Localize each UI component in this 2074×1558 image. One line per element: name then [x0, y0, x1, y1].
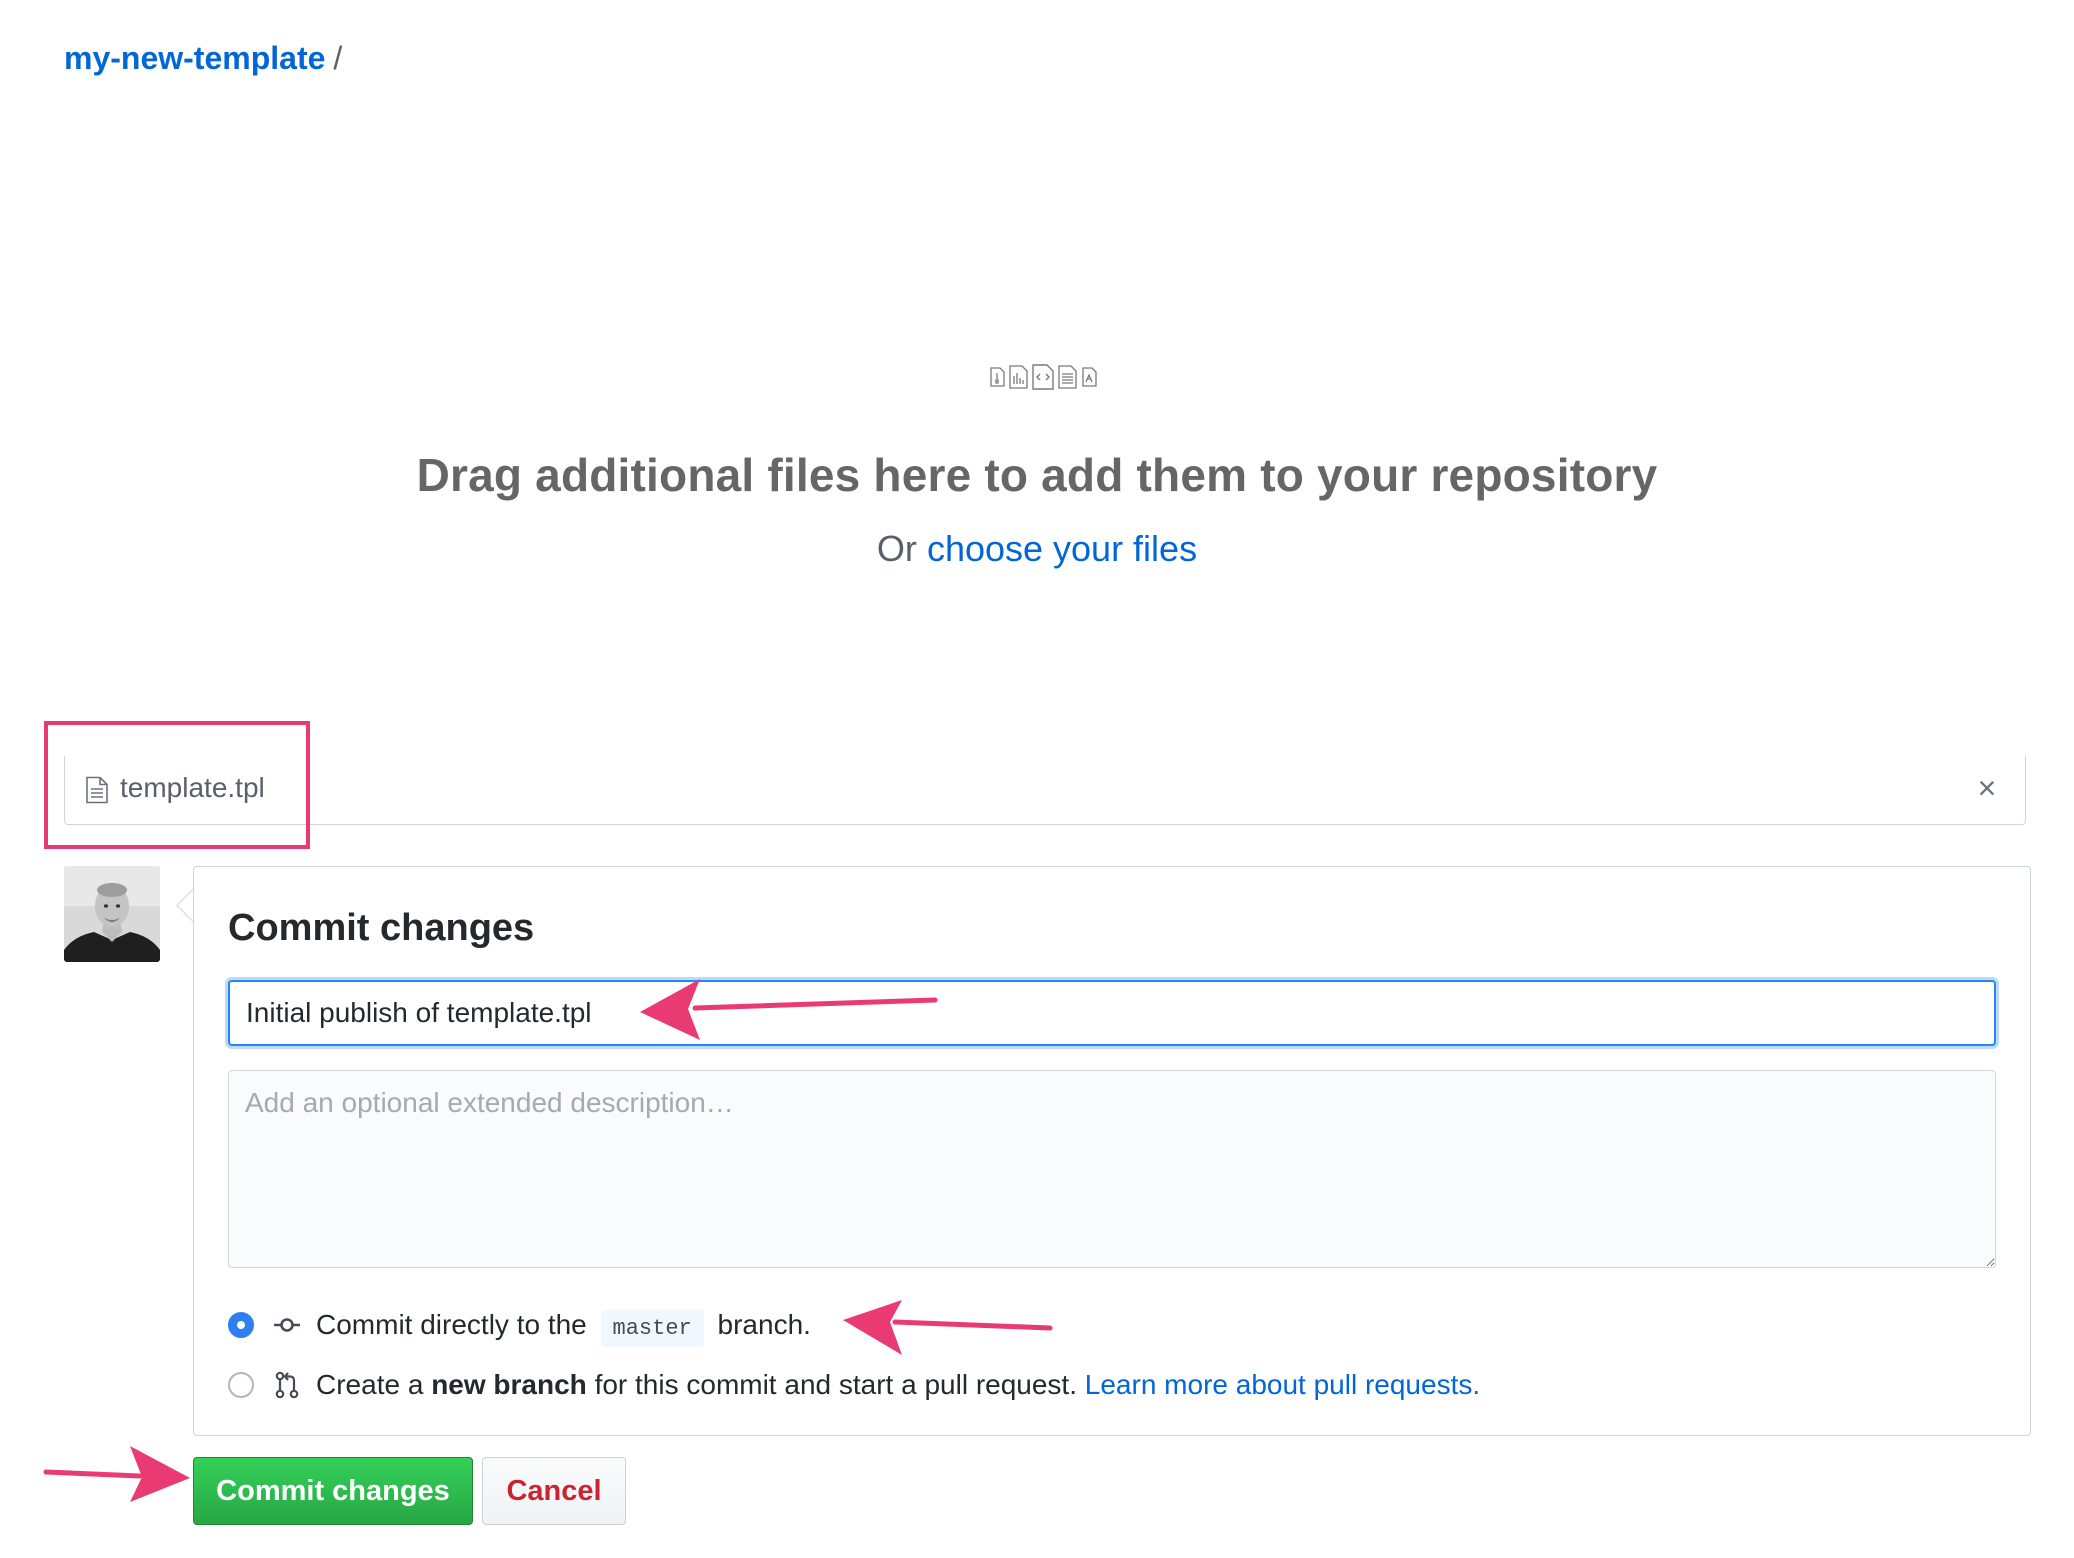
file-text-icon	[1058, 365, 1077, 389]
commit-form: Commit changes Commit directly to the ma…	[193, 866, 2031, 1436]
file-types-icon	[990, 364, 1097, 390]
file-pdf-icon	[1082, 367, 1097, 387]
uploaded-file-row: template.tpl ×	[64, 756, 2026, 825]
branch-name: master	[600, 1310, 704, 1347]
avatar[interactable]	[64, 866, 160, 962]
commit-changes-button[interactable]: Commit changes	[193, 1457, 473, 1525]
annotation-arrow-commit-button	[43, 1446, 190, 1502]
commit-direct-text-before: Commit directly to the	[316, 1309, 587, 1340]
commit-direct-text-after: branch.	[717, 1309, 811, 1340]
commit-heading: Commit changes	[228, 907, 535, 949]
git-pull-request-icon	[275, 1371, 299, 1398]
learn-more-pull-requests-link[interactable]: Learn more about pull requests.	[1085, 1369, 1480, 1400]
repo-link[interactable]: my-new-template	[64, 40, 325, 76]
new-branch-text-prefix: Create a	[316, 1369, 424, 1400]
annotation-highlight-box	[44, 721, 310, 849]
git-commit-icon	[274, 1317, 300, 1332]
dropzone-title: Drag additional files here to add them t…	[416, 449, 1658, 501]
commit-summary-input[interactable]	[228, 980, 1996, 1046]
commit-new-branch-option[interactable]: Create a new branch for this commit and …	[228, 1363, 1480, 1407]
commit-direct-option[interactable]: Commit directly to the master branch.	[228, 1303, 811, 1347]
choose-files-link[interactable]: choose your files	[927, 528, 1197, 569]
cancel-button[interactable]: Cancel	[482, 1457, 626, 1525]
breadcrumb: my-new-template /	[64, 38, 342, 78]
dropzone-subtitle: Or choose your files	[0, 528, 2074, 570]
file-zip-icon	[990, 367, 1005, 387]
new-branch-text-suffix: for this commit and start a pull request…	[594, 1369, 1077, 1400]
new-branch-text-bold: new branch	[431, 1369, 587, 1400]
commit-description-input[interactable]	[228, 1070, 1996, 1268]
commit-new-branch-radio[interactable]	[228, 1371, 254, 1398]
file-code-icon	[1032, 364, 1054, 390]
commit-direct-radio[interactable]	[228, 1311, 254, 1338]
dropzone-prefix: Or	[876, 528, 917, 569]
close-icon[interactable]: ×	[1967, 768, 2007, 808]
file-chart-icon	[1009, 365, 1028, 389]
breadcrumb-separator: /	[333, 40, 343, 76]
